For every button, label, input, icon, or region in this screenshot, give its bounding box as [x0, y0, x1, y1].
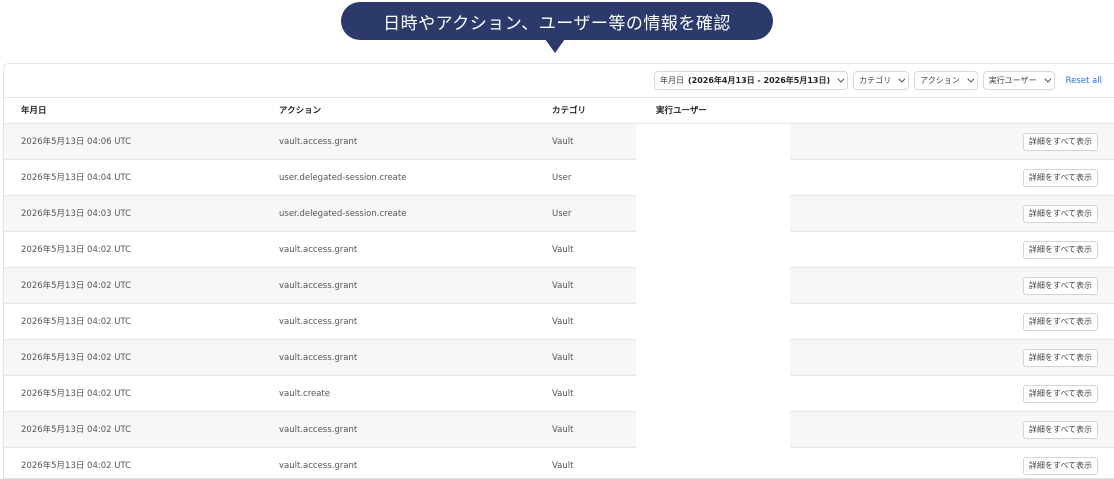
show-all-details-button[interactable]: 詳細をすべて表示: [1022, 205, 1098, 223]
table-row: 2026年5月13日 04:02 UTC vault.access.grant Va…: [4, 448, 1114, 478]
row-date: 2026年5月13日 04:04 UTC: [21, 173, 132, 183]
action-filter[interactable]: アクション: [914, 71, 978, 90]
show-all-details-button[interactable]: 詳細をすべて表示: [1022, 169, 1098, 187]
column-header-user: 実行ユーザー: [656, 106, 707, 116]
row-category: Vault: [552, 317, 574, 327]
date-filter-range: (2026年4月13日 - 2026年5月13日): [688, 76, 831, 85]
chevron-down-icon: [898, 75, 906, 83]
date-filter-label: 年月日: [660, 76, 685, 85]
row-action: vault.access.grant: [279, 137, 358, 147]
filter-bar: 年月日 (2026年4月13日 - 2026年5月13日) カテゴリ アクション…: [4, 64, 1114, 97]
table-row: 2026年5月13日 04:03 UTC user.delegated-sessi…: [4, 196, 1114, 232]
row-action: vault.access.grant: [279, 353, 358, 363]
row-date: 2026年5月13日 04:02 UTC: [21, 461, 132, 471]
category-filter[interactable]: カテゴリ: [853, 71, 910, 90]
row-action: vault.create: [279, 389, 331, 399]
show-all-details-button[interactable]: 詳細をすべて表示: [1022, 349, 1098, 367]
row-date: 2026年5月13日 04:02 UTC: [21, 245, 132, 255]
reset-all-link[interactable]: Reset all: [1066, 76, 1102, 86]
row-action: vault.access.grant: [279, 245, 358, 255]
date-range-filter[interactable]: 年月日 (2026年4月13日 - 2026年5月13日): [654, 71, 849, 90]
row-date: 2026年5月13日 04:02 UTC: [21, 317, 132, 327]
row-date: 2026年5月13日 04:02 UTC: [21, 425, 132, 435]
row-date: 2026年5月13日 04:02 UTC: [21, 353, 132, 363]
row-category: Vault: [552, 425, 574, 435]
show-all-details-button[interactable]: 詳細をすべて表示: [1022, 133, 1098, 151]
column-header-date: 年月日: [21, 106, 47, 116]
user-filter[interactable]: 実行ユーザー: [982, 71, 1055, 90]
action-filter-label: アクション: [920, 76, 960, 85]
user-filter-label: 実行ユーザー: [988, 76, 1037, 85]
row-date: 2026年5月13日 04:03 UTC: [21, 209, 132, 219]
row-action: user.delegated-session.create: [279, 173, 407, 183]
row-action: vault.access.grant: [279, 317, 358, 327]
chevron-down-icon: [837, 75, 845, 83]
table-row: 2026年5月13日 04:02 UTC vault.create Vault 詳細を…: [4, 376, 1114, 412]
row-action: vault.access.grant: [279, 461, 358, 471]
callout-banner: 日時やアクション、ユーザー等の情報を確認: [341, 2, 773, 40]
redacted-user-column: [636, 124, 790, 478]
table-row: 2026年5月13日 04:02 UTC vault.access.grant Va…: [4, 412, 1114, 448]
row-action: vault.access.grant: [279, 281, 358, 291]
callout-pointer: [545, 39, 565, 53]
show-all-details-button[interactable]: 詳細をすべて表示: [1022, 385, 1098, 403]
row-category: Vault: [552, 353, 574, 363]
audit-log-panel: 年月日 (2026年4月13日 - 2026年5月13日) カテゴリ アクション…: [3, 63, 1114, 479]
table-row: 2026年5月13日 04:06 UTC vault.access.grant Va…: [4, 124, 1114, 160]
show-all-details-button[interactable]: 詳細をすべて表示: [1022, 457, 1098, 475]
show-all-details-button[interactable]: 詳細をすべて表示: [1022, 241, 1098, 259]
table-body: 2026年5月13日 04:06 UTC vault.access.grant Va…: [4, 124, 1114, 478]
row-date: 2026年5月13日 04:02 UTC: [21, 389, 132, 399]
table-row: 2026年5月13日 04:02 UTC vault.access.grant Va…: [4, 340, 1114, 376]
show-all-details-button[interactable]: 詳細をすべて表示: [1022, 313, 1098, 331]
table-header: 年月日 アクション カテゴリ 実行ユーザー: [4, 97, 1114, 124]
row-category: User: [552, 173, 572, 183]
category-filter-label: カテゴリ: [859, 76, 892, 85]
row-category: Vault: [552, 281, 574, 291]
row-action: vault.access.grant: [279, 425, 358, 435]
row-category: Vault: [552, 461, 574, 471]
row-category: User: [552, 209, 572, 219]
show-all-details-button[interactable]: 詳細をすべて表示: [1022, 421, 1098, 439]
show-all-details-button[interactable]: 詳細をすべて表示: [1022, 277, 1098, 295]
column-header-category: カテゴリ: [552, 106, 587, 116]
chevron-down-icon: [1043, 75, 1052, 83]
table-row: 2026年5月13日 04:02 UTC vault.access.grant Va…: [4, 304, 1114, 340]
table-row: 2026年5月13日 04:02 UTC vault.access.grant Va…: [4, 232, 1114, 268]
callout-text: 日時やアクション、ユーザー等の情報を確認: [383, 13, 731, 34]
table-row: 2026年5月13日 04:02 UTC vault.access.grant Va…: [4, 268, 1114, 304]
row-date: 2026年5月13日 04:06 UTC: [21, 137, 132, 147]
row-category: Vault: [552, 137, 574, 147]
table-row: 2026年5月13日 04:04 UTC user.delegated-sessi…: [4, 160, 1114, 196]
column-header-action: アクション: [279, 106, 322, 116]
row-category: Vault: [552, 245, 574, 255]
row-category: Vault: [552, 389, 574, 399]
chevron-down-icon: [967, 75, 975, 83]
row-action: user.delegated-session.create: [279, 209, 407, 219]
row-date: 2026年5月13日 04:02 UTC: [21, 281, 132, 291]
